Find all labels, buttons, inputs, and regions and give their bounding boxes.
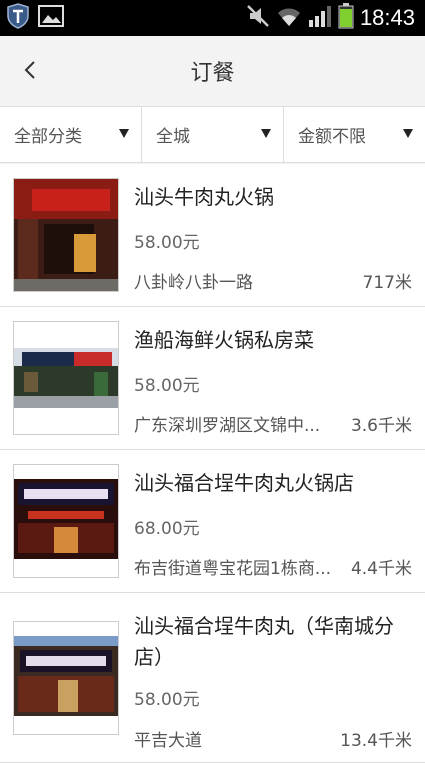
- restaurant-distance: 3.6千米: [350, 416, 412, 436]
- wifi-icon: [276, 5, 302, 31]
- restaurant-photo: [13, 621, 119, 735]
- restaurant-address: 布吉街道粤宝花园1栋商...: [134, 559, 332, 579]
- battery-icon: [338, 3, 354, 33]
- mute-icon: [246, 4, 270, 32]
- restaurant-distance: 13.4千米: [340, 731, 412, 751]
- restaurant-photo: [13, 321, 119, 435]
- restaurant-item[interactable]: 渔船海鲜火锅私房菜 58.00元 广东深圳罗湖区文锦中... 3.6千米: [0, 307, 425, 450]
- restaurant-photo: [13, 178, 119, 292]
- restaurant-photo: [13, 464, 119, 578]
- clock: 18:43: [359, 5, 415, 30]
- shield-icon: [6, 3, 30, 33]
- dropdown-arrow-icon: [403, 129, 413, 138]
- restaurant-item[interactable]: 汕头福合埕牛肉丸火锅店 68.00元 布吉街道粤宝花园1栋商... 4.4千米: [0, 450, 425, 593]
- restaurant-price: 58.00元: [134, 690, 200, 710]
- restaurant-list: 汕头牛肉丸火锅 58.00元 八卦岭八卦一路 717米 渔船海鲜火锅私房菜 58…: [0, 164, 425, 763]
- restaurant-name: 渔船海鲜火锅私房菜: [134, 328, 314, 352]
- status-bar: 18:43: [0, 0, 425, 36]
- restaurant-item[interactable]: 汕头牛肉丸火锅 58.00元 八卦岭八卦一路 717米: [0, 164, 425, 307]
- filter-price[interactable]: 金额不限: [284, 107, 425, 162]
- restaurant-distance: 717米: [362, 273, 412, 293]
- gallery-icon: [38, 5, 64, 31]
- app-header: 订餐: [0, 36, 425, 107]
- restaurant-price: 58.00元: [134, 233, 200, 253]
- restaurant-address: 广东深圳罗湖区文锦中...: [134, 416, 321, 436]
- restaurant-price: 58.00元: [134, 376, 200, 396]
- chevron-left-icon: [23, 60, 37, 84]
- restaurant-address: 八卦岭八卦一路: [134, 273, 253, 293]
- back-button[interactable]: [10, 50, 50, 94]
- filter-area[interactable]: 全城: [142, 107, 284, 162]
- filter-label: 全部分类: [14, 127, 82, 147]
- restaurant-name: 汕头牛肉丸火锅: [134, 185, 274, 209]
- restaurant-address: 平吉大道: [134, 731, 202, 751]
- signal-icon: [308, 5, 332, 31]
- filter-bar: 全部分类 全城 金额不限: [0, 107, 425, 163]
- page-title: 订餐: [190, 61, 235, 86]
- filter-label: 金额不限: [298, 127, 366, 147]
- restaurant-distance: 4.4千米: [350, 559, 412, 579]
- filter-label: 全城: [156, 127, 190, 147]
- restaurant-name: 汕头福合埕牛肉丸火锅店: [134, 471, 354, 495]
- restaurant-item[interactable]: 汕头福合埕牛肉丸（华南城分店） 58.00元 平吉大道 13.4千米: [0, 593, 425, 763]
- filter-category[interactable]: 全部分类: [0, 107, 142, 162]
- dropdown-arrow-icon: [261, 129, 271, 138]
- restaurant-name: 汕头福合埕牛肉丸（华南城分店）: [134, 614, 394, 669]
- dropdown-arrow-icon: [119, 129, 129, 138]
- restaurant-price: 68.00元: [134, 519, 200, 539]
